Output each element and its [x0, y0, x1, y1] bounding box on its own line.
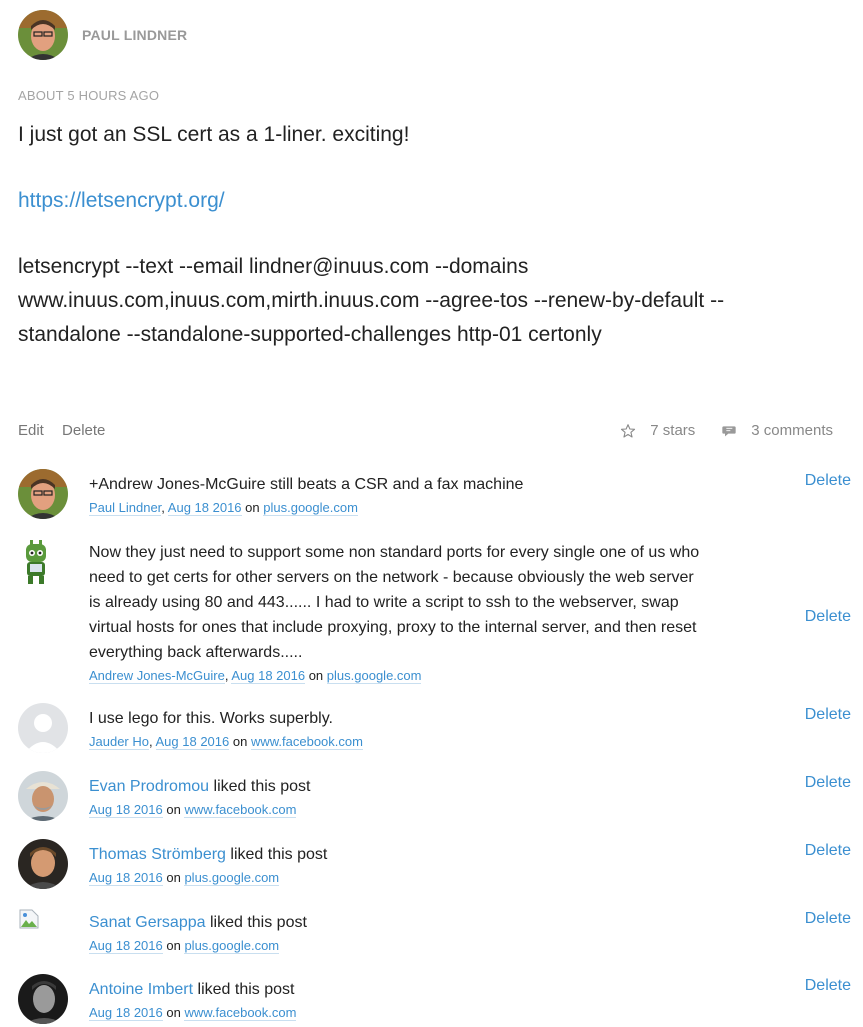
author-name[interactable]: PAUL LINDNER — [82, 27, 187, 43]
stars-label: 7 stars — [650, 422, 696, 439]
delete-like-button[interactable]: Delete — [805, 774, 851, 792]
comment-item: Now they just need to support some non s… — [18, 530, 851, 690]
comment-text: I use lego for this. Works superbly. — [89, 710, 333, 727]
delete-comment-button[interactable]: Delete — [805, 706, 851, 724]
author-avatar[interactable] — [18, 10, 68, 60]
comments-count[interactable]: 3 comments — [721, 422, 833, 439]
like-on: on — [166, 938, 181, 953]
comment-date-link[interactable]: Aug 18 2016 — [167, 500, 242, 516]
liked-text: liked this post — [230, 846, 328, 863]
like-date-link[interactable]: Aug 18 2016 — [89, 938, 163, 954]
delete-like-button[interactable]: Delete — [805, 842, 851, 860]
like-on: on — [166, 1005, 181, 1020]
like-on: on — [166, 870, 181, 885]
comment-source-link[interactable]: www.facebook.com — [250, 734, 363, 750]
like-source-link[interactable]: plus.google.com — [184, 938, 280, 954]
like-item: Evan Prodromou liked this post Aug 18 20… — [18, 764, 851, 824]
comments-label: 3 comments — [751, 422, 833, 439]
comment-author-link[interactable]: Andrew Jones-McGuire — [89, 668, 225, 684]
liker-name-link[interactable]: Sanat Gersappa — [89, 914, 206, 931]
comment-item: +Andrew Jones-McGuire still beats a CSR … — [18, 462, 851, 522]
delete-comment-button[interactable]: Delete — [805, 608, 851, 626]
like-date-link[interactable]: Aug 18 2016 — [89, 1005, 163, 1021]
liker-name-link[interactable]: Antoine Imbert — [89, 981, 193, 998]
delete-post-button[interactable]: Delete — [62, 422, 105, 439]
comment-source-link[interactable]: plus.google.com — [326, 668, 422, 684]
like-date-link[interactable]: Aug 18 2016 — [89, 802, 163, 818]
post-author: PAUL LINDNER — [18, 8, 187, 62]
edit-button[interactable]: Edit — [18, 422, 44, 439]
comment-date-link[interactable]: Aug 18 2016 — [231, 668, 306, 684]
commenter-avatar[interactable] — [18, 540, 54, 586]
liker-avatar[interactable] — [18, 771, 68, 821]
commenter-avatar[interactable] — [18, 469, 68, 519]
delete-comment-button[interactable]: Delete — [805, 472, 851, 490]
post-link[interactable]: https://letsencrypt.org/ — [18, 189, 225, 212]
comment-item: I use lego for this. Works superbly. Jau… — [18, 696, 851, 756]
like-source-link[interactable]: plus.google.com — [184, 870, 280, 886]
post-command: letsencrypt --text --email lindner@inuus… — [18, 255, 725, 346]
like-source-link[interactable]: www.facebook.com — [184, 1005, 297, 1021]
delete-like-button[interactable]: Delete — [805, 910, 851, 928]
like-item: Thomas Strömberg liked this post Aug 18 … — [18, 832, 851, 892]
broken-image-icon[interactable] — [18, 908, 40, 930]
comment-on: on — [232, 734, 248, 749]
post-timestamp[interactable]: ABOUT 5 HOURS AGO — [18, 88, 159, 103]
speech-bubble-icon — [722, 425, 736, 436]
post-body: I just got an SSL cert as a 1-liner. exc… — [18, 118, 818, 352]
like-date-link[interactable]: Aug 18 2016 — [89, 870, 163, 886]
liker-avatar[interactable] — [18, 839, 68, 889]
like-on: on — [166, 802, 181, 817]
comment-author-link[interactable]: Paul Lindner — [89, 500, 162, 516]
stars-count[interactable]: 7 stars — [620, 422, 695, 439]
liker-avatar[interactable] — [18, 974, 68, 1024]
comment-source-link[interactable]: plus.google.com — [263, 500, 358, 516]
comment-text: +Andrew Jones-McGuire still beats a CSR … — [89, 476, 524, 493]
like-item: Sanat Gersappa liked this post Aug 18 20… — [18, 900, 851, 960]
star-outline-icon — [621, 423, 636, 438]
liker-name-link[interactable]: Thomas Strömberg — [89, 846, 226, 863]
liker-name-link[interactable]: Evan Prodromou — [89, 778, 209, 795]
comment-on: on — [245, 500, 260, 515]
like-source-link[interactable]: www.facebook.com — [184, 802, 297, 818]
like-item: Antoine Imbert liked this post Aug 18 20… — [18, 967, 851, 1027]
liked-text: liked this post — [209, 914, 307, 931]
comment-text: Now they just need to support some non s… — [89, 544, 700, 661]
post-text: I just got an SSL cert as a 1-liner. exc… — [18, 123, 410, 146]
commenter-avatar[interactable] — [18, 703, 68, 753]
comment-author-link[interactable]: Jauder Ho — [89, 734, 149, 750]
liked-text: liked this post — [213, 778, 311, 795]
comment-on: on — [308, 668, 324, 683]
delete-like-button[interactable]: Delete — [805, 977, 851, 995]
post-actions: Edit Delete 7 stars 3 comments — [18, 422, 833, 444]
liked-text: liked this post — [197, 981, 295, 998]
comment-date-link[interactable]: Aug 18 2016 — [155, 734, 230, 750]
